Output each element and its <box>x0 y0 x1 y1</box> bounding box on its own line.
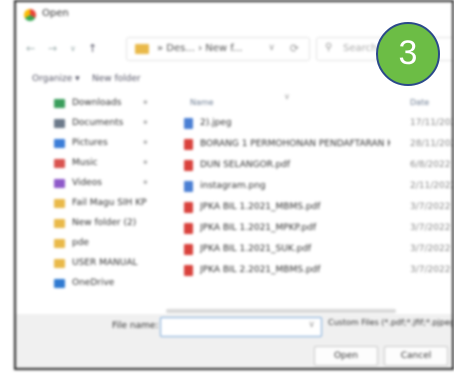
file-date: 28/11/2022 9:43 <box>410 139 452 149</box>
file-date: 3/7/2022 10:51 <box>410 244 452 254</box>
pin-icon: ✶ <box>142 98 149 107</box>
file-list: ∨ Name Date 2).jpeg 17/11/2022 9:45 BORANG… <box>164 92 454 306</box>
file-date: 17/11/2022 9:45 <box>410 118 452 128</box>
chevron-down-icon[interactable]: ∨ <box>308 320 315 330</box>
file-row[interactable]: DUN SELANGOR.pdf 6/8/2022 9:09 <box>164 156 452 176</box>
back-icon[interactable]: ← <box>26 42 35 55</box>
file-row[interactable]: JPKA BIL 1.2021_MBMS.pdf 3/7/2022 10:51 <box>164 198 452 218</box>
file-name: instagram.png <box>200 181 266 191</box>
file-date: 3/7/2022 10:51 <box>410 223 452 233</box>
pdf-file-icon <box>184 139 193 150</box>
sidebar-item-label: Videos <box>72 178 102 188</box>
cancel-button[interactable]: Cancel <box>384 346 448 366</box>
search-icon: ⚲ <box>325 42 333 53</box>
pdf-file-icon <box>184 160 193 171</box>
folder-icon <box>135 44 149 54</box>
file-name: DUN SELANGOR.pdf <box>200 160 291 170</box>
chrome-icon <box>24 9 36 21</box>
sidebar-item-label: Fail Magu SIH KP <box>72 198 147 208</box>
sidebar-item-label: Music <box>72 158 98 168</box>
column-header-date[interactable]: Date <box>410 98 429 107</box>
sidebar-item-label: USER MANUAL <box>72 258 138 268</box>
sidebar-item[interactable]: USER MANUAL <box>46 254 156 274</box>
download-icon <box>54 99 65 108</box>
sidebar-item-label: Pictures <box>72 138 108 148</box>
navigation-pane: Downloads ✶ Documents ✶ Pictures ✶ Music ✶ Video… <box>16 94 156 309</box>
horizontal-scrollbar[interactable] <box>166 309 396 313</box>
recent-locations-icon[interactable]: ∨ <box>70 44 76 53</box>
pin-icon: ✶ <box>142 178 149 187</box>
sidebar-item[interactable]: Pictures ✶ <box>46 134 156 154</box>
pdf-file-icon <box>184 265 193 276</box>
file-date: 3/7/2022 10:51 <box>410 265 452 275</box>
pin-icon: ✶ <box>142 158 149 167</box>
sidebar-item[interactable]: Downloads ✶ <box>46 94 156 114</box>
title-bar: Open <box>16 2 452 28</box>
picture-icon <box>54 139 65 148</box>
file-date: 3/7/2022 10:51 <box>410 202 452 212</box>
open-button[interactable]: Open <box>314 346 378 366</box>
folder-icon <box>54 239 65 248</box>
file-name: JPKA BIL 1.2021_MPKP.pdf <box>200 223 317 233</box>
organize-button[interactable]: Organize ▾ <box>32 74 80 84</box>
chevron-down-icon[interactable]: ∨ <box>268 43 275 53</box>
sidebar-item[interactable]: Music ✶ <box>46 154 156 174</box>
file-row[interactable]: instagram.png 2/11/2022 2:21 <box>164 177 454 197</box>
forward-icon[interactable]: → <box>48 42 57 55</box>
file-date: 2/11/2022 2:21 <box>410 181 454 191</box>
pdf-file-icon <box>184 202 193 213</box>
file-row[interactable]: JPKA BIL 2.2021_MBMS.pdf 3/7/2022 10:51 <box>164 261 452 281</box>
sidebar-item[interactable]: Documents ✶ <box>46 114 156 134</box>
pdf-file-icon <box>184 244 193 255</box>
pdf-file-icon <box>184 223 193 234</box>
step-number-badge: 3 <box>376 22 440 86</box>
video-icon <box>54 179 65 188</box>
file-type-select[interactable]: Custom Files (*.pdf;*.jfif;*.pjpeg; ∨ <box>328 318 452 327</box>
new-folder-button[interactable]: New folder <box>92 74 141 84</box>
image-file-icon <box>184 118 193 129</box>
file-row[interactable]: 2).jpeg 17/11/2022 9:45 <box>164 114 452 134</box>
sidebar-item-label: Documents <box>72 118 124 128</box>
address-bar[interactable]: » Des... › New f... ∨ ⟳ <box>126 37 310 61</box>
file-name: JPKA BIL 2.2021_MBMS.pdf <box>200 265 321 275</box>
file-date: 6/8/2022 9:09 <box>410 160 452 170</box>
folder-icon <box>54 199 65 208</box>
sidebar-item[interactable]: Fail Magu SIH KP <box>46 194 156 214</box>
dialog-footer: File name: ∨ Custom Files (*.pdf;*.jfif;… <box>16 314 452 368</box>
cloud-icon <box>54 279 65 288</box>
file-name: JPKA BIL 1.2021_MBMS.pdf <box>200 202 321 212</box>
window-title: Open <box>42 8 69 19</box>
sidebar-item[interactable]: New folder (2) <box>46 214 156 234</box>
sidebar-item-label: Downloads <box>72 98 122 108</box>
pin-icon: ✶ <box>142 118 149 127</box>
file-name-input[interactable]: ∨ <box>160 317 322 337</box>
sidebar-item-label: New folder (2) <box>72 218 137 228</box>
file-name: 2).jpeg <box>200 118 232 128</box>
folder-icon <box>54 259 65 268</box>
pin-icon: ✶ <box>142 138 149 147</box>
sidebar-item[interactable]: OneDrive <box>46 274 156 294</box>
sort-indicator-icon: ∨ <box>284 92 290 101</box>
music-icon <box>54 159 65 168</box>
sidebar-item-label: pde <box>72 238 89 248</box>
file-row[interactable]: BORANG 1 PERMOHONAN PENDAFTARAN KETERANG… <box>164 135 452 155</box>
folder-icon <box>54 219 65 228</box>
file-name: BORANG 1 PERMOHONAN PENDAFTARAN KETERANG… <box>200 139 390 149</box>
sidebar-item[interactable]: Videos ✶ <box>46 174 156 194</box>
file-row[interactable]: JPKA BIL 1.2021_SUK.pdf 3/7/2022 10:51 <box>164 240 452 260</box>
sidebar-item-label: OneDrive <box>72 278 115 288</box>
sidebar-item[interactable]: pde <box>46 234 156 254</box>
address-path: » Des... › New f... <box>157 43 243 54</box>
file-name-label: File name: <box>112 321 159 331</box>
column-header-name[interactable]: Name <box>190 98 214 107</box>
file-name: JPKA BIL 1.2021_SUK.pdf <box>200 244 312 254</box>
refresh-icon[interactable]: ⟳ <box>290 42 299 55</box>
image-file-icon <box>184 181 193 192</box>
document-icon <box>54 119 65 128</box>
file-row[interactable]: JPKA BIL 1.2021_MPKP.pdf 3/7/2022 10:51 <box>164 219 452 239</box>
up-folder-icon[interactable]: ↑ <box>88 42 97 55</box>
